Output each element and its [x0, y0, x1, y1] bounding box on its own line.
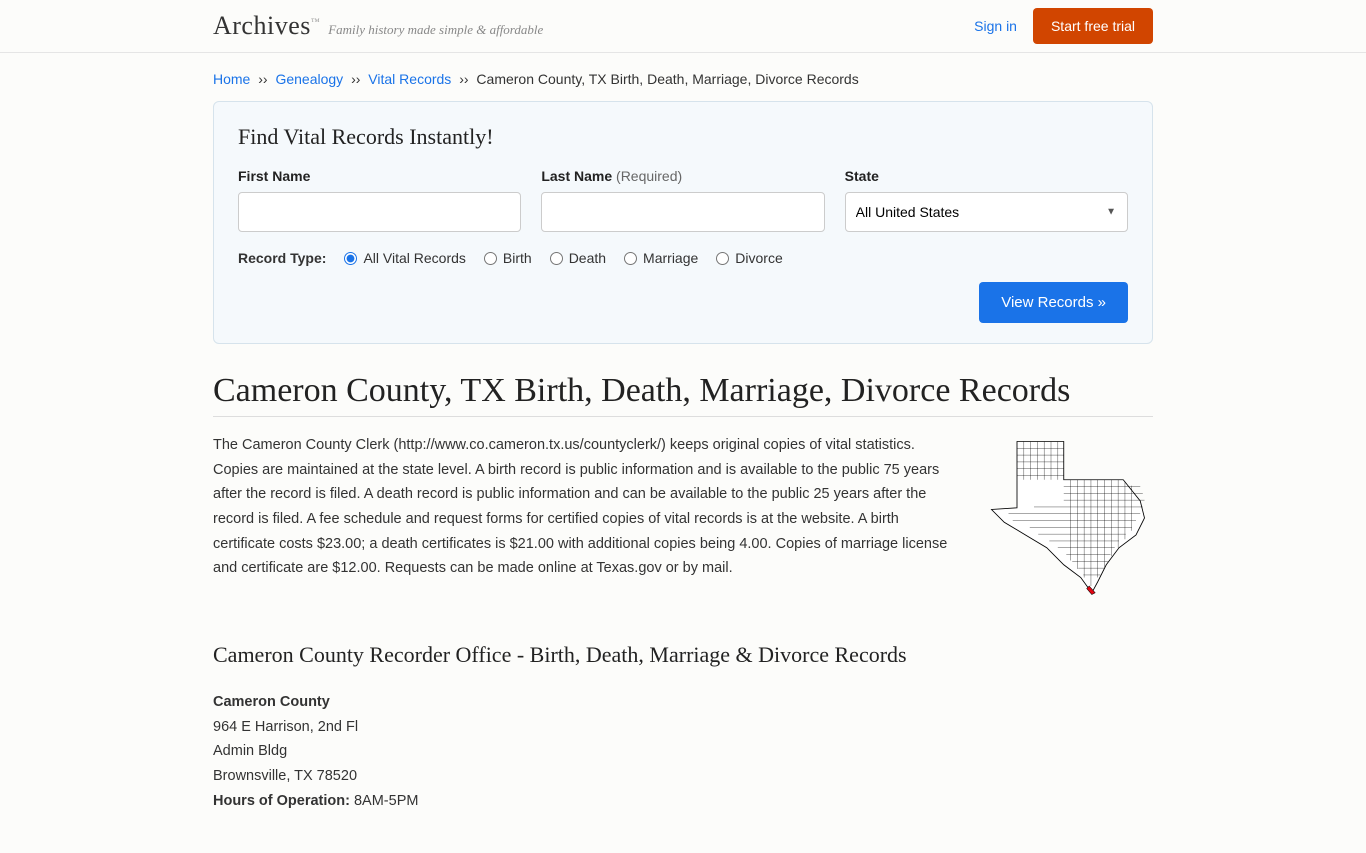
office-address: Cameron County 964 E Harrison, 2nd Fl Ad…: [213, 690, 1153, 813]
view-records-button[interactable]: View Records »: [979, 282, 1128, 323]
last-name-label: Last Name (Required): [541, 168, 824, 184]
tagline: Family history made simple & affordable: [328, 22, 543, 38]
recorder-office-heading: Cameron County Recorder Office - Birth, …: [213, 642, 1153, 668]
record-type-label: Record Type:: [238, 250, 326, 266]
state-label: State: [845, 168, 1128, 184]
office-name: Cameron County: [213, 690, 1153, 715]
radio-divorce[interactable]: Divorce: [716, 250, 782, 266]
radio-all-vital[interactable]: All Vital Records: [344, 250, 465, 266]
breadcrumb-sep: ››: [351, 71, 360, 87]
office-hours: Hours of Operation: 8AM-5PM: [213, 789, 1153, 814]
search-form: Find Vital Records Instantly! First Name…: [213, 101, 1153, 344]
office-addr-line2: Admin Bldg: [213, 739, 1153, 764]
texas-county-map: [983, 433, 1153, 608]
map-icon: [983, 433, 1153, 603]
breadcrumb-vital-records[interactable]: Vital Records: [368, 71, 451, 87]
intro-paragraph: The Cameron County Clerk (http://www.co.…: [213, 433, 959, 608]
search-title: Find Vital Records Instantly!: [238, 124, 1128, 150]
radio-marriage[interactable]: Marriage: [624, 250, 698, 266]
last-name-input[interactable]: [541, 192, 824, 232]
record-type-group: Record Type: All Vital Records Birth Dea…: [238, 250, 1128, 266]
page-title: Cameron County, TX Birth, Death, Marriag…: [213, 372, 1153, 417]
breadcrumb-current: Cameron County, TX Birth, Death, Marriag…: [476, 71, 858, 87]
state-select[interactable]: All United States: [845, 192, 1128, 232]
radio-death[interactable]: Death: [550, 250, 606, 266]
office-addr-line1: 964 E Harrison, 2nd Fl: [213, 715, 1153, 740]
trademark: ™: [311, 16, 320, 26]
start-trial-button[interactable]: Start free trial: [1033, 8, 1153, 44]
top-bar: Archives™ Family history made simple & a…: [0, 0, 1366, 53]
radio-birth[interactable]: Birth: [484, 250, 532, 266]
first-name-label: First Name: [238, 168, 521, 184]
sign-in-link[interactable]: Sign in: [974, 18, 1017, 34]
logo[interactable]: Archives™: [213, 11, 320, 41]
first-name-input[interactable]: [238, 192, 521, 232]
breadcrumb: Home ›› Genealogy ›› Vital Records ›› Ca…: [213, 53, 1153, 101]
breadcrumb-sep: ››: [459, 71, 468, 87]
breadcrumb-genealogy[interactable]: Genealogy: [275, 71, 343, 87]
breadcrumb-sep: ››: [258, 71, 267, 87]
brand: Archives™ Family history made simple & a…: [213, 11, 543, 41]
breadcrumb-home[interactable]: Home: [213, 71, 250, 87]
